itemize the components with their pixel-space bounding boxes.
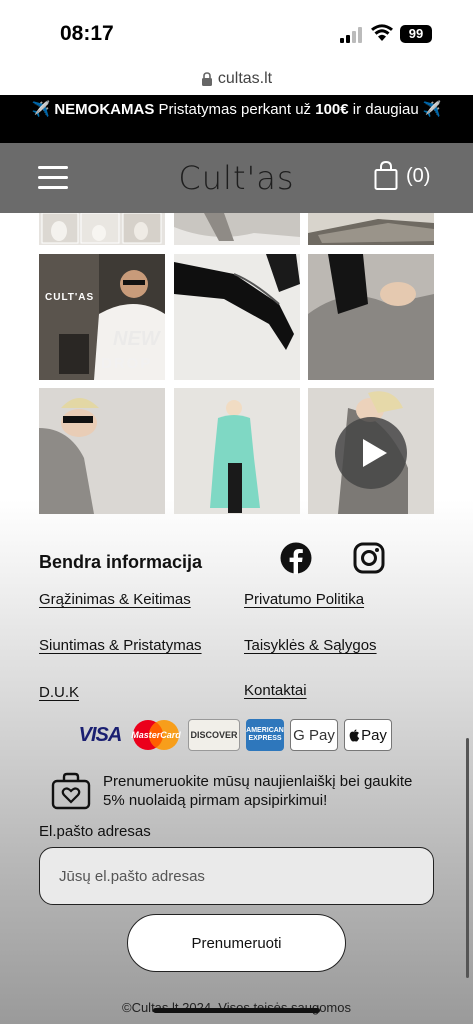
link-terms[interactable]: Taisyklės & Sąlygos [244, 637, 377, 654]
gallery-image[interactable] [174, 254, 300, 380]
scrollbar[interactable] [466, 738, 469, 978]
email-label: El.pašto adresas [39, 823, 151, 840]
promo-bold: NEMOKAMAS [54, 101, 155, 118]
gallery-image[interactable] [174, 213, 300, 245]
promo-text: Pristatymas perkant už [158, 101, 312, 118]
gallery-image[interactable] [39, 213, 165, 245]
airplane-icon: ✈️ [422, 101, 442, 118]
shopping-bag-icon [374, 161, 398, 190]
status-bar: 08:17 99 [0, 0, 473, 64]
tile-label: DROP [101, 355, 153, 372]
newsletter-text: Prenumeruokite mūsų naujienlaiškį bei ga… [103, 773, 413, 809]
airplane-icon: ✈️ [31, 101, 51, 118]
link-contacts[interactable]: Kontaktai [244, 682, 307, 699]
status-time: 08:17 [60, 22, 114, 45]
link-privacy[interactable]: Privatumo Politika [244, 591, 364, 608]
payment-methods: VISA MasterCard DISCOVER AMERICAN EXPRES… [76, 718, 392, 752]
site-header: Cult'as (0) [0, 143, 473, 213]
home-indicator[interactable] [153, 1008, 320, 1013]
promo-banner: ✈️ NEMOKAMAS Pristatymas perkant už 100€… [0, 95, 473, 144]
gallery-image[interactable] [174, 388, 300, 514]
cart-count: (0) [406, 164, 431, 187]
gallery-image[interactable] [308, 254, 434, 380]
battery-indicator: 99 [400, 25, 432, 43]
link-returns[interactable]: Grąžinimas & Keitimas [39, 591, 191, 608]
gallery-image[interactable] [308, 213, 434, 245]
lock-icon [201, 72, 212, 86]
mastercard-logo: MasterCard [130, 719, 182, 751]
wifi-icon [371, 24, 393, 41]
visa-logo: VISA [78, 723, 123, 746]
facebook-icon[interactable] [280, 542, 312, 574]
subscribe-button[interactable]: Prenumeruoti [127, 914, 346, 972]
amex-logo: AMERICAN EXPRESS [246, 719, 284, 751]
google-pay-logo: G Pay [290, 719, 338, 751]
tile-label: NEW [113, 328, 160, 350]
url-bar[interactable]: cultas.lt [0, 64, 473, 96]
signal-icon [340, 27, 362, 43]
apple-pay-logo: Pay [344, 719, 392, 751]
play-icon [363, 439, 387, 467]
cart-button[interactable]: (0) [374, 161, 430, 191]
promo-amount: 100€ [315, 101, 349, 118]
promo-suffix: ir daugiau [352, 101, 419, 118]
instagram-icon[interactable] [353, 542, 385, 574]
tile-label: CULT'AS [45, 292, 95, 303]
link-shipping[interactable]: Siuntimas & Pristatymas [39, 637, 202, 654]
gallery-image[interactable] [39, 388, 165, 514]
footer-info-title: Bendra informacija [39, 552, 203, 572]
email-field[interactable] [39, 847, 434, 905]
apple-icon [349, 729, 360, 742]
discover-logo: DISCOVER [188, 719, 240, 751]
link-faq[interactable]: D.U.K [39, 684, 79, 701]
gallery-image[interactable]: CULT'AS NEW DROP [39, 254, 165, 380]
url-text: cultas.lt [217, 70, 273, 87]
play-video-button[interactable] [335, 417, 407, 489]
gift-heart-icon [51, 772, 91, 810]
